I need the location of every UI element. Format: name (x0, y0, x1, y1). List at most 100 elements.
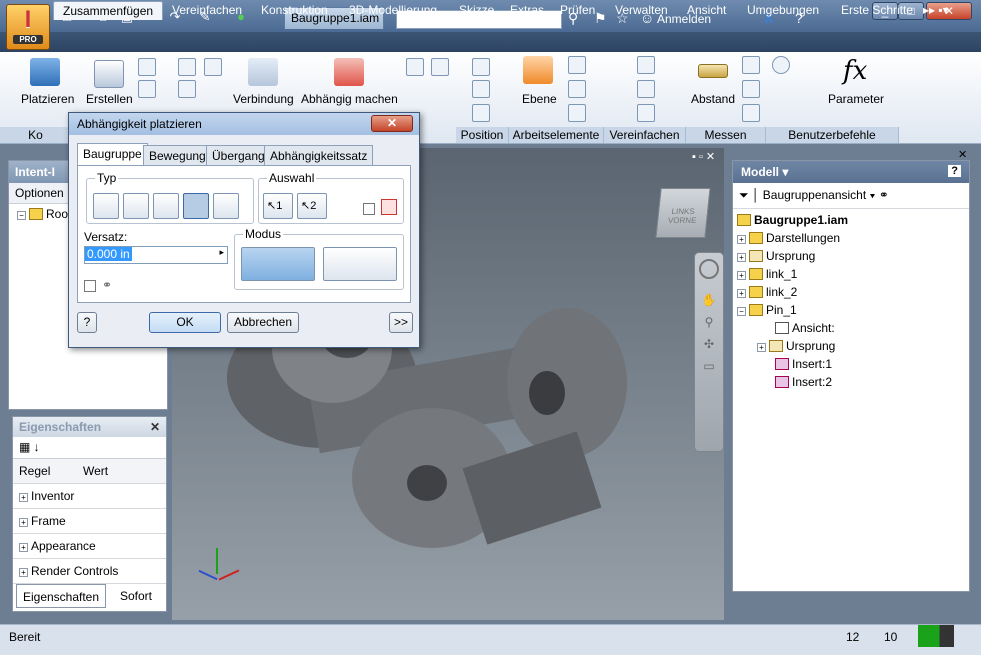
orbit-icon[interactable]: ✣ (695, 337, 723, 351)
more-tabs-icon[interactable]: ▸▸ ▪▾ (914, 1, 958, 20)
tab-motion[interactable]: Bewegung (143, 145, 212, 165)
property-row[interactable]: + Inventor (13, 484, 166, 509)
constrain-icon[interactable] (334, 58, 364, 86)
area-icon[interactable] (742, 104, 760, 122)
distance-button[interactable]: Abstand (691, 92, 735, 106)
loop-icon[interactable] (742, 80, 760, 98)
preview-checkbox[interactable] (84, 280, 96, 292)
tab-manage[interactable]: Verwalten (606, 1, 677, 20)
pan-icon[interactable]: ✋ (695, 293, 723, 307)
point-icon[interactable] (568, 80, 586, 98)
angle-constraint-icon[interactable] (123, 193, 149, 219)
tab-design[interactable]: Konstruktion (252, 1, 337, 20)
close-icon[interactable]: ✕ (150, 420, 160, 434)
viewport-window-controls[interactable]: ▪ ▫ ✕ (692, 150, 715, 163)
simplify-icon[interactable] (637, 104, 655, 122)
tab-tools[interactable]: Extras (501, 1, 553, 20)
tab-assemble[interactable]: Zusammenfügen (53, 1, 164, 20)
hide-constraints-icon[interactable] (431, 58, 449, 76)
tab-get-started[interactable]: Erste Schritte (832, 1, 922, 20)
tab-3d-model[interactable]: 3D-Modellierung (340, 1, 446, 20)
application-menu-button[interactable]: I PRO (6, 4, 50, 50)
tree-item[interactable]: Insert:1 (775, 357, 832, 371)
select-2-button[interactable]: ↖2 (297, 193, 327, 219)
help-button[interactable]: ? (77, 312, 97, 333)
opposed-mode-button[interactable] (241, 247, 315, 281)
cancel-button[interactable]: Abbrechen (227, 312, 299, 333)
close-icon[interactable]: ✕ (958, 148, 967, 161)
replace-icon[interactable] (204, 58, 222, 76)
plane-icon[interactable] (523, 56, 553, 84)
dialog-close-button[interactable]: ✕ (371, 115, 413, 132)
create-button[interactable]: Erstellen (86, 92, 133, 106)
tree-item[interactable]: + Ursprung (737, 249, 815, 263)
mate-constraint-icon[interactable] (93, 193, 119, 219)
measure-options-icon[interactable] (772, 56, 790, 74)
tab-simplify[interactable]: Vereinfachen (163, 1, 251, 20)
tab-assembly[interactable]: Baugruppe (77, 143, 148, 165)
tree-item[interactable]: + Darstellungen (737, 231, 840, 245)
tab-view[interactable]: Ansicht (678, 1, 735, 20)
mirror-icon[interactable] (138, 80, 156, 98)
tab-environments[interactable]: Umgebungen (738, 1, 828, 20)
tab-properties[interactable]: Eigenschaften (16, 584, 106, 608)
grip-snap-icon[interactable] (472, 104, 490, 122)
shrinkwrap-icon[interactable] (637, 56, 655, 74)
tree-item[interactable]: Ansicht: (775, 321, 835, 335)
navigation-bar[interactable]: ✋ ⚲ ✣ ▭ (694, 252, 724, 452)
derive-icon[interactable] (637, 80, 655, 98)
tab-inspect[interactable]: Prüfen (551, 1, 604, 20)
symmetry-constraint-icon[interactable] (213, 193, 239, 219)
joint-button[interactable]: Verbindung (233, 92, 294, 106)
tab-sketch[interactable]: Skizze (450, 1, 503, 20)
create-component-icon[interactable] (94, 60, 124, 88)
place-button[interactable]: Platzieren (21, 92, 74, 106)
tree-item[interactable]: + Ursprung (757, 339, 835, 353)
tab-transitional[interactable]: Übergang (206, 145, 271, 165)
joint-icon[interactable] (248, 58, 278, 86)
tree-item[interactable]: − Pin_1 (737, 303, 797, 317)
viewcube[interactable]: LINKS VORNE (655, 188, 711, 238)
property-row[interactable]: + Appearance (13, 534, 166, 559)
pattern-icon[interactable] (138, 58, 156, 76)
property-row[interactable]: + Render Controls (13, 559, 166, 584)
tree-item[interactable]: + link_2 (737, 285, 797, 299)
find-icon[interactable]: ⚭ (879, 188, 889, 202)
browser-toolbar[interactable]: ⏷ │ Baugruppenansicht ▾ ⚭ (733, 183, 969, 209)
copy-icon[interactable] (178, 58, 196, 76)
bom-icon[interactable] (178, 80, 196, 98)
show-constraints-icon[interactable] (406, 58, 424, 76)
move-icon[interactable] (472, 58, 490, 76)
tree-item[interactable]: Insert:2 (775, 375, 832, 389)
steering-wheel-icon[interactable] (699, 259, 719, 279)
more-button[interactable]: >> (389, 312, 413, 333)
tangent-constraint-icon[interactable] (153, 193, 179, 219)
place-component-icon[interactable] (30, 58, 60, 86)
constrain-button[interactable]: Abhängig machen (301, 92, 398, 106)
view-select[interactable]: Baugruppenansicht (763, 188, 866, 202)
sort-icons[interactable]: ▦ ↓ (13, 437, 166, 459)
parameter-button[interactable]: Parameter (828, 92, 884, 106)
help-icon[interactable]: ? (948, 165, 961, 177)
zoom-icon[interactable]: ⚲ (695, 315, 723, 329)
pick-part-first-icon[interactable] (381, 199, 397, 215)
insert-constraint-icon[interactable] (183, 193, 209, 219)
parameter-icon[interactable]: fx (843, 56, 867, 86)
plane-button[interactable]: Ebene (522, 92, 557, 106)
tree-item[interactable]: + link_1 (737, 267, 797, 281)
offset-input[interactable]: 0.000 in ▸ (84, 246, 228, 264)
rotate-icon[interactable] (472, 80, 490, 98)
angle-icon[interactable] (742, 56, 760, 74)
select-1-button[interactable]: ↖1 (263, 193, 293, 219)
filter-icon[interactable]: ⏷ (739, 188, 749, 202)
tree-root[interactable]: Baugruppe1.iam (737, 213, 848, 227)
ok-button[interactable]: OK (149, 312, 221, 333)
aligned-mode-button[interactable] (323, 247, 397, 281)
axis-icon[interactable] (568, 56, 586, 74)
measure-distance-icon[interactable] (698, 64, 728, 78)
ucs-icon[interactable] (568, 104, 586, 122)
property-row[interactable]: + Frame (13, 509, 166, 534)
look-at-icon[interactable]: ▭ (695, 359, 723, 373)
model-browser-title[interactable]: Modell ▾? (733, 161, 969, 183)
tab-constraint-set[interactable]: Abhängigkeitssatz (264, 145, 374, 165)
